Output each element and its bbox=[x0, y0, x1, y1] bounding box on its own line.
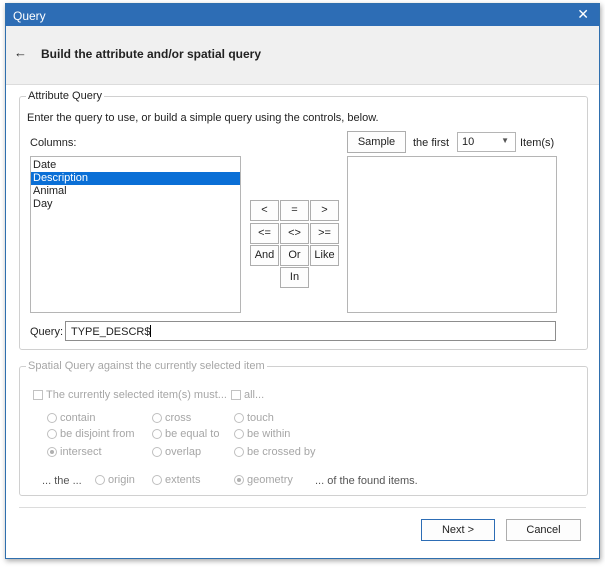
less-than-button[interactable]: < bbox=[250, 200, 279, 221]
must-checkbox[interactable] bbox=[33, 390, 43, 400]
sample-count-value: 10 bbox=[462, 136, 475, 148]
not-equal-button[interactable]: <> bbox=[280, 223, 309, 244]
radio-contain[interactable] bbox=[47, 413, 57, 423]
radio-crossed-by[interactable] bbox=[234, 447, 244, 457]
sample-count-select[interactable]: 10 ▼ bbox=[457, 132, 516, 152]
found-items-label: ... of the found items. bbox=[315, 475, 418, 487]
radio-extents-label: extents bbox=[165, 474, 201, 486]
query-text: TYPE_DESCR$ bbox=[71, 326, 151, 338]
equals-button[interactable]: = bbox=[280, 200, 309, 221]
sample-button[interactable]: Sample bbox=[347, 131, 406, 153]
query-dialog: Query ✕ ← Build the attribute and/or spa… bbox=[5, 3, 600, 559]
back-arrow-icon[interactable]: ← bbox=[14, 45, 27, 60]
footer-divider bbox=[19, 507, 586, 508]
cancel-button[interactable]: Cancel bbox=[506, 519, 581, 541]
title-bar: Query ✕ bbox=[6, 4, 599, 26]
radio-crossed-by-label: be crossed by bbox=[247, 446, 316, 458]
greater-equal-button[interactable]: >= bbox=[310, 223, 339, 244]
list-item[interactable]: Animal bbox=[31, 185, 240, 198]
and-button[interactable]: And bbox=[250, 245, 279, 266]
the-first-label: the first bbox=[413, 137, 450, 149]
less-equal-button[interactable]: <= bbox=[250, 223, 279, 244]
window-title: Query bbox=[13, 9, 46, 23]
instructions-text: Enter the query to use, or build a simpl… bbox=[27, 112, 379, 124]
radio-overlap[interactable] bbox=[152, 447, 162, 457]
radio-cross-label: cross bbox=[165, 412, 192, 424]
spatial-query-group-label: Spatial Query against the currently sele… bbox=[26, 360, 267, 372]
radio-equal[interactable] bbox=[152, 429, 162, 439]
query-label: Query: bbox=[30, 326, 64, 338]
list-item[interactable]: Date bbox=[31, 159, 240, 172]
text-caret bbox=[150, 325, 152, 337]
radio-equal-label: be equal to bbox=[165, 428, 220, 440]
wizard-header: ← Build the attribute and/or spatial que… bbox=[6, 26, 599, 85]
radio-touch-label: touch bbox=[247, 412, 274, 424]
radio-within[interactable] bbox=[234, 429, 244, 439]
attribute-query-group-label: Attribute Query bbox=[26, 90, 104, 102]
radio-geometry-label: geometry bbox=[247, 474, 293, 486]
list-item-selected[interactable]: Description bbox=[31, 172, 240, 185]
greater-than-button[interactable]: > bbox=[310, 200, 339, 221]
close-icon[interactable]: ✕ bbox=[577, 6, 589, 23]
query-input[interactable]: TYPE_DESCR$ bbox=[65, 321, 556, 341]
all-checkbox[interactable] bbox=[231, 390, 241, 400]
items-label: Item(s) bbox=[520, 137, 555, 149]
radio-geometry[interactable] bbox=[234, 475, 244, 485]
like-button[interactable]: Like bbox=[310, 245, 339, 266]
radio-disjoint-label: be disjoint from bbox=[60, 428, 135, 440]
radio-within-label: be within bbox=[247, 428, 291, 440]
in-button[interactable]: In bbox=[280, 267, 309, 288]
radio-intersect[interactable] bbox=[47, 447, 57, 457]
columns-label: Columns: bbox=[30, 137, 77, 149]
list-item[interactable]: Day bbox=[31, 198, 240, 211]
chevron-down-icon: ▼ bbox=[501, 136, 509, 145]
or-button[interactable]: Or bbox=[280, 245, 309, 266]
radio-extents[interactable] bbox=[152, 475, 162, 485]
radio-contain-label: contain bbox=[60, 412, 96, 424]
radio-intersect-label: intersect bbox=[60, 446, 102, 458]
radio-touch[interactable] bbox=[234, 413, 244, 423]
radio-overlap-label: overlap bbox=[165, 446, 202, 458]
all-label: all... bbox=[244, 389, 265, 401]
radio-disjoint[interactable] bbox=[47, 429, 57, 439]
radio-cross[interactable] bbox=[152, 413, 162, 423]
columns-list[interactable]: Date Description Animal Day bbox=[30, 156, 241, 313]
page-title: Build the attribute and/or spatial query bbox=[41, 47, 262, 61]
sample-values-list[interactable] bbox=[347, 156, 557, 313]
next-button[interactable]: Next > bbox=[421, 519, 495, 541]
radio-origin-label: origin bbox=[108, 474, 135, 486]
the-label: ... the ... bbox=[42, 475, 82, 487]
radio-origin[interactable] bbox=[95, 475, 105, 485]
must-label: The currently selected item(s) must... bbox=[46, 389, 227, 401]
